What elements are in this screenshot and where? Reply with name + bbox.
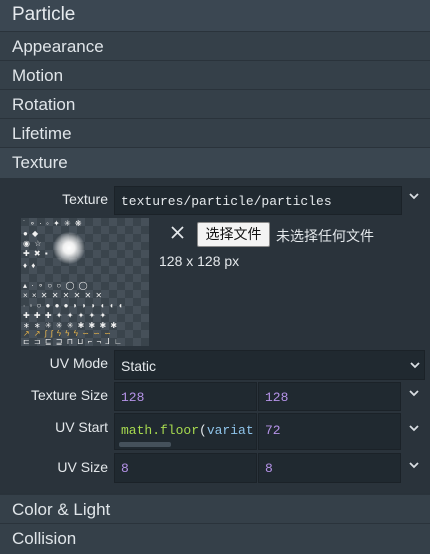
uv-mode-select[interactable]: Static	[114, 350, 425, 380]
texture-dropdown-chevron-icon[interactable]	[409, 193, 419, 200]
sprite-strip: ◉ ☆	[23, 239, 43, 248]
section-appearance[interactable]: Appearance	[0, 31, 430, 60]
section-color-light[interactable]: Color & Light	[0, 494, 430, 523]
glow-sprite	[53, 232, 85, 264]
uv-start-x-input[interactable]: math.floor(variat	[114, 413, 257, 450]
uv-start-y-input[interactable]: 72	[258, 413, 401, 450]
uv-start-x-scrollbar[interactable]	[119, 442, 171, 447]
uv-mode-chevron-down-icon	[410, 362, 420, 369]
section-color-light-label: Color & Light	[12, 500, 111, 519]
panel-title: Particle	[12, 4, 76, 25]
sprite-strip: ∙ ◦ ○ ● ● ● ◗ ◗ ◗ ◖ ◖ ◖	[23, 301, 124, 310]
sprite-strip: ✚ ✚ ✚ ✦ ✦ ✦ ✦ ✦	[23, 311, 108, 320]
uv-size-label: UV Size	[57, 459, 108, 475]
sprite-strip: ⊏ ⊐ ⊑ ⊒ ⊓ ⊔ ⌐ ¬ ⅃ ∟	[23, 337, 123, 346]
uv-size-y-value: 8	[265, 461, 273, 476]
uv-mode-value: Static	[121, 358, 157, 374]
uv-mode-label: UV Mode	[49, 355, 108, 371]
uv-size-chevron-icon[interactable]	[409, 462, 419, 469]
clear-texture-close-icon[interactable]	[170, 225, 185, 245]
section-texture-label: Texture	[12, 153, 68, 172]
section-rotation-label: Rotation	[12, 95, 76, 114]
uv-start-x-function: math.floor	[121, 423, 200, 438]
sprite-strip: ▴ · ∘ ○ ○ ◯ ◯	[23, 281, 89, 290]
section-lifetime[interactable]: Lifetime	[0, 118, 430, 147]
section-rotation[interactable]: Rotation	[0, 89, 430, 118]
uv-start-y-value: 72	[265, 423, 281, 438]
no-file-selected-text: 未选择任何文件	[276, 228, 374, 244]
texture-size-y-input[interactable]: 128	[258, 382, 401, 411]
uv-start-label: UV Start	[55, 419, 108, 435]
uv-start-x-argument: variat	[206, 423, 254, 438]
texture-label: Texture	[62, 191, 108, 207]
texture-size-x-value: 128	[121, 390, 145, 405]
texture-size-x-input[interactable]: 128	[114, 382, 257, 411]
panel-title-bar[interactable]: Particle	[0, 0, 430, 31]
choose-file-button[interactable]: 选择文件	[197, 222, 270, 247]
section-texture[interactable]: Texture	[0, 147, 430, 178]
sprite-strip: ♦ ♦	[23, 261, 37, 270]
section-collision-label: Collision	[12, 529, 77, 548]
texture-path-input[interactable]: textures/particle/particles	[114, 186, 402, 215]
sprite-strip: × × ✕ ✕ ✕ ✕ ✕ ✕	[23, 291, 104, 300]
texture-size-chevron-icon[interactable]	[409, 390, 419, 397]
sprite-strip: ✚ ✖ ▪	[23, 249, 49, 258]
texture-size-y-value: 128	[265, 390, 289, 405]
uv-start-chevron-icon[interactable]	[409, 425, 419, 432]
section-lifetime-label: Lifetime	[12, 124, 72, 143]
section-appearance-label: Appearance	[12, 37, 104, 56]
uv-size-x-value: 8	[121, 461, 129, 476]
sprite-strip: ● ◆	[23, 229, 40, 238]
texture-dimensions-text: 128 x 128 px	[159, 253, 240, 269]
section-motion[interactable]: Motion	[0, 60, 430, 89]
uv-start-x-paren: (	[199, 423, 207, 438]
texture-size-label: Texture Size	[30, 387, 108, 403]
sprite-strip: ˙ ∘ · ◦ ✦ ✳ ❋	[23, 219, 83, 228]
section-motion-label: Motion	[12, 66, 64, 85]
section-collision[interactable]: Collision	[0, 523, 430, 554]
uv-size-x-input[interactable]: 8	[114, 453, 257, 483]
uv-size-y-input[interactable]: 8	[258, 453, 401, 483]
uv-start-x-expression: math.floor(variat	[121, 423, 254, 438]
texture-preview: ˙ ∘ · ◦ ✦ ✳ ❋ ● ◆ ◉ ☆ ✚ ✖ ▪ ♦ ♦ ▴ · ∘ ○ …	[21, 218, 149, 346]
texture-path-value: textures/particle/particles	[121, 194, 332, 209]
